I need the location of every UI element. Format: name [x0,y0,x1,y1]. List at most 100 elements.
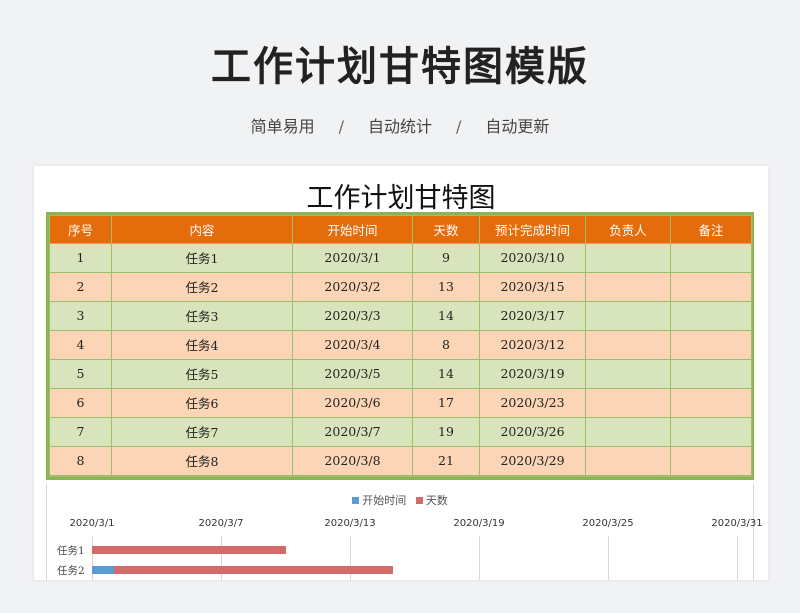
cell-days[interactable]: 8 [412,329,480,360]
table-row: 2 任务2 2020/3/2 13 2020/3/15 [49,271,752,302]
cell-notes[interactable] [670,243,752,273]
cell-end[interactable]: 2020/3/15 [479,271,586,302]
cell-notes[interactable] [670,387,752,418]
cell-days[interactable]: 9 [412,243,480,273]
cell-end[interactable]: 2020/3/12 [479,329,586,360]
cell-start[interactable]: 2020/3/8 [292,445,413,476]
page-title: 工作计划甘特图模版 [211,44,589,90]
cell-notes[interactable] [670,300,752,331]
cell-start[interactable]: 2020/3/3 [292,300,413,331]
cell-start[interactable]: 2020/3/1 [292,243,413,273]
y-category-label: 任务1 [57,545,85,557]
cell-empty[interactable] [412,474,480,477]
cell-end[interactable]: 2020/3/26 [479,416,586,447]
cell-days[interactable]: 14 [412,358,480,389]
cell-content[interactable]: 任务1 [111,243,293,273]
cell-start[interactable]: 2020/3/4 [292,329,413,360]
cell-owner[interactable] [585,271,671,302]
cell-start[interactable]: 2020/3/6 [292,387,413,418]
table-row: 1 任务1 2020/3/1 9 2020/3/10 [49,243,752,273]
task-table-frame: 序号 内容 开始时间 天数 预计完成时间 负责人 备注 1 任务1 2020/3/1… [46,212,754,480]
x-tick-label: 2020/3/1 [69,518,115,529]
cell-owner[interactable] [585,300,671,331]
cell-index[interactable]: 4 [49,329,112,360]
cell-days[interactable]: 14 [412,300,480,331]
legend-swatch-start [352,497,360,504]
cell-empty[interactable] [479,474,586,477]
spreadsheet-preview: 工作计划甘特图 序号 内容 开始时间 天数 预计完成时间 负责人 备注 1 任务1… [34,166,768,580]
cell-end[interactable]: 2020/3/29 [479,445,586,476]
cell-content[interactable]: 任务8 [111,445,293,476]
cell-notes[interactable] [670,445,752,476]
cell-notes[interactable] [670,358,752,389]
header-index: 序号 [49,215,112,244]
cell-owner[interactable] [585,416,671,447]
cell-owner[interactable] [585,445,671,476]
table-row: 6 任务6 2020/3/6 17 2020/3/23 [49,387,752,418]
gridline [737,536,738,580]
cell-index[interactable]: 6 [49,387,112,418]
cell-start[interactable]: 2020/3/7 [292,416,413,447]
tag-separator: / [456,117,462,136]
cell-owner[interactable] [585,387,671,418]
cell-index[interactable]: 7 [49,416,112,447]
tag-auto-stats: 自动统计 [367,117,432,136]
cell-days[interactable]: 13 [412,271,480,302]
table-row-empty [49,474,752,477]
cell-start[interactable]: 2020/3/5 [292,358,413,389]
cell-index[interactable]: 2 [49,271,112,302]
cell-owner[interactable] [585,329,671,360]
task-table: 序号 内容 开始时间 天数 预计完成时间 负责人 备注 1 任务1 2020/3/1… [49,215,752,477]
cell-content[interactable]: 任务6 [111,387,293,418]
cell-end[interactable]: 2020/3/17 [479,300,586,331]
gridline [479,536,480,580]
tag-auto-update: 自动更新 [485,117,550,136]
cell-content[interactable]: 任务2 [111,271,293,302]
cell-content[interactable]: 任务7 [111,416,293,447]
y-category-label: 任务2 [57,565,85,577]
legend-item-start: 开始时间 [352,494,406,507]
feature-tags: 简单易用 / 自动统计 / 自动更新 [0,113,800,137]
cell-index[interactable]: 3 [49,300,112,331]
cell-empty[interactable] [111,474,293,477]
cell-content[interactable]: 任务4 [111,329,293,360]
bar-duration [113,566,393,574]
cell-notes[interactable] [670,416,752,447]
cell-notes[interactable] [670,329,752,360]
cell-owner[interactable] [585,358,671,389]
cell-empty[interactable] [292,474,413,477]
cell-end[interactable]: 2020/3/10 [479,243,586,273]
gridline [608,536,609,580]
cell-end[interactable]: 2020/3/19 [479,358,586,389]
tag-easy: 简单易用 [250,117,315,136]
table-row: 3 任务3 2020/3/3 14 2020/3/17 [49,300,752,331]
cell-days[interactable]: 17 [412,387,480,418]
table-header-row: 序号 内容 开始时间 天数 预计完成时间 负责人 备注 [49,215,752,244]
table-row: 4 任务4 2020/3/4 8 2020/3/12 [49,329,752,360]
chart-legend: 开始时间 天数 [47,492,753,508]
legend-label-days: 天数 [425,494,448,507]
legend-swatch-days [415,497,423,504]
cell-days[interactable]: 19 [412,416,480,447]
cell-index[interactable]: 1 [49,243,112,273]
header-notes: 备注 [670,215,752,244]
cell-content[interactable]: 任务3 [111,300,293,331]
x-tick-label: 2020/3/13 [324,518,376,529]
cell-notes[interactable] [670,271,752,302]
cell-empty[interactable] [585,474,671,477]
cell-end[interactable]: 2020/3/23 [479,387,586,418]
cell-empty[interactable] [670,474,752,477]
cell-index[interactable]: 8 [49,445,112,476]
cell-days[interactable]: 21 [412,445,480,476]
header-owner: 负责人 [585,215,671,244]
header-content: 内容 [111,215,293,244]
cell-index[interactable]: 5 [49,358,112,389]
x-tick-label: 2020/3/19 [453,518,505,529]
bar-start-offset [92,566,114,574]
cell-content[interactable]: 任务5 [111,358,293,389]
cell-start[interactable]: 2020/3/2 [292,271,413,302]
cell-empty[interactable] [49,474,112,477]
cell-owner[interactable] [585,243,671,273]
x-tick-label: 2020/3/7 [198,518,244,529]
table-row: 7 任务7 2020/3/7 19 2020/3/26 [49,416,752,447]
